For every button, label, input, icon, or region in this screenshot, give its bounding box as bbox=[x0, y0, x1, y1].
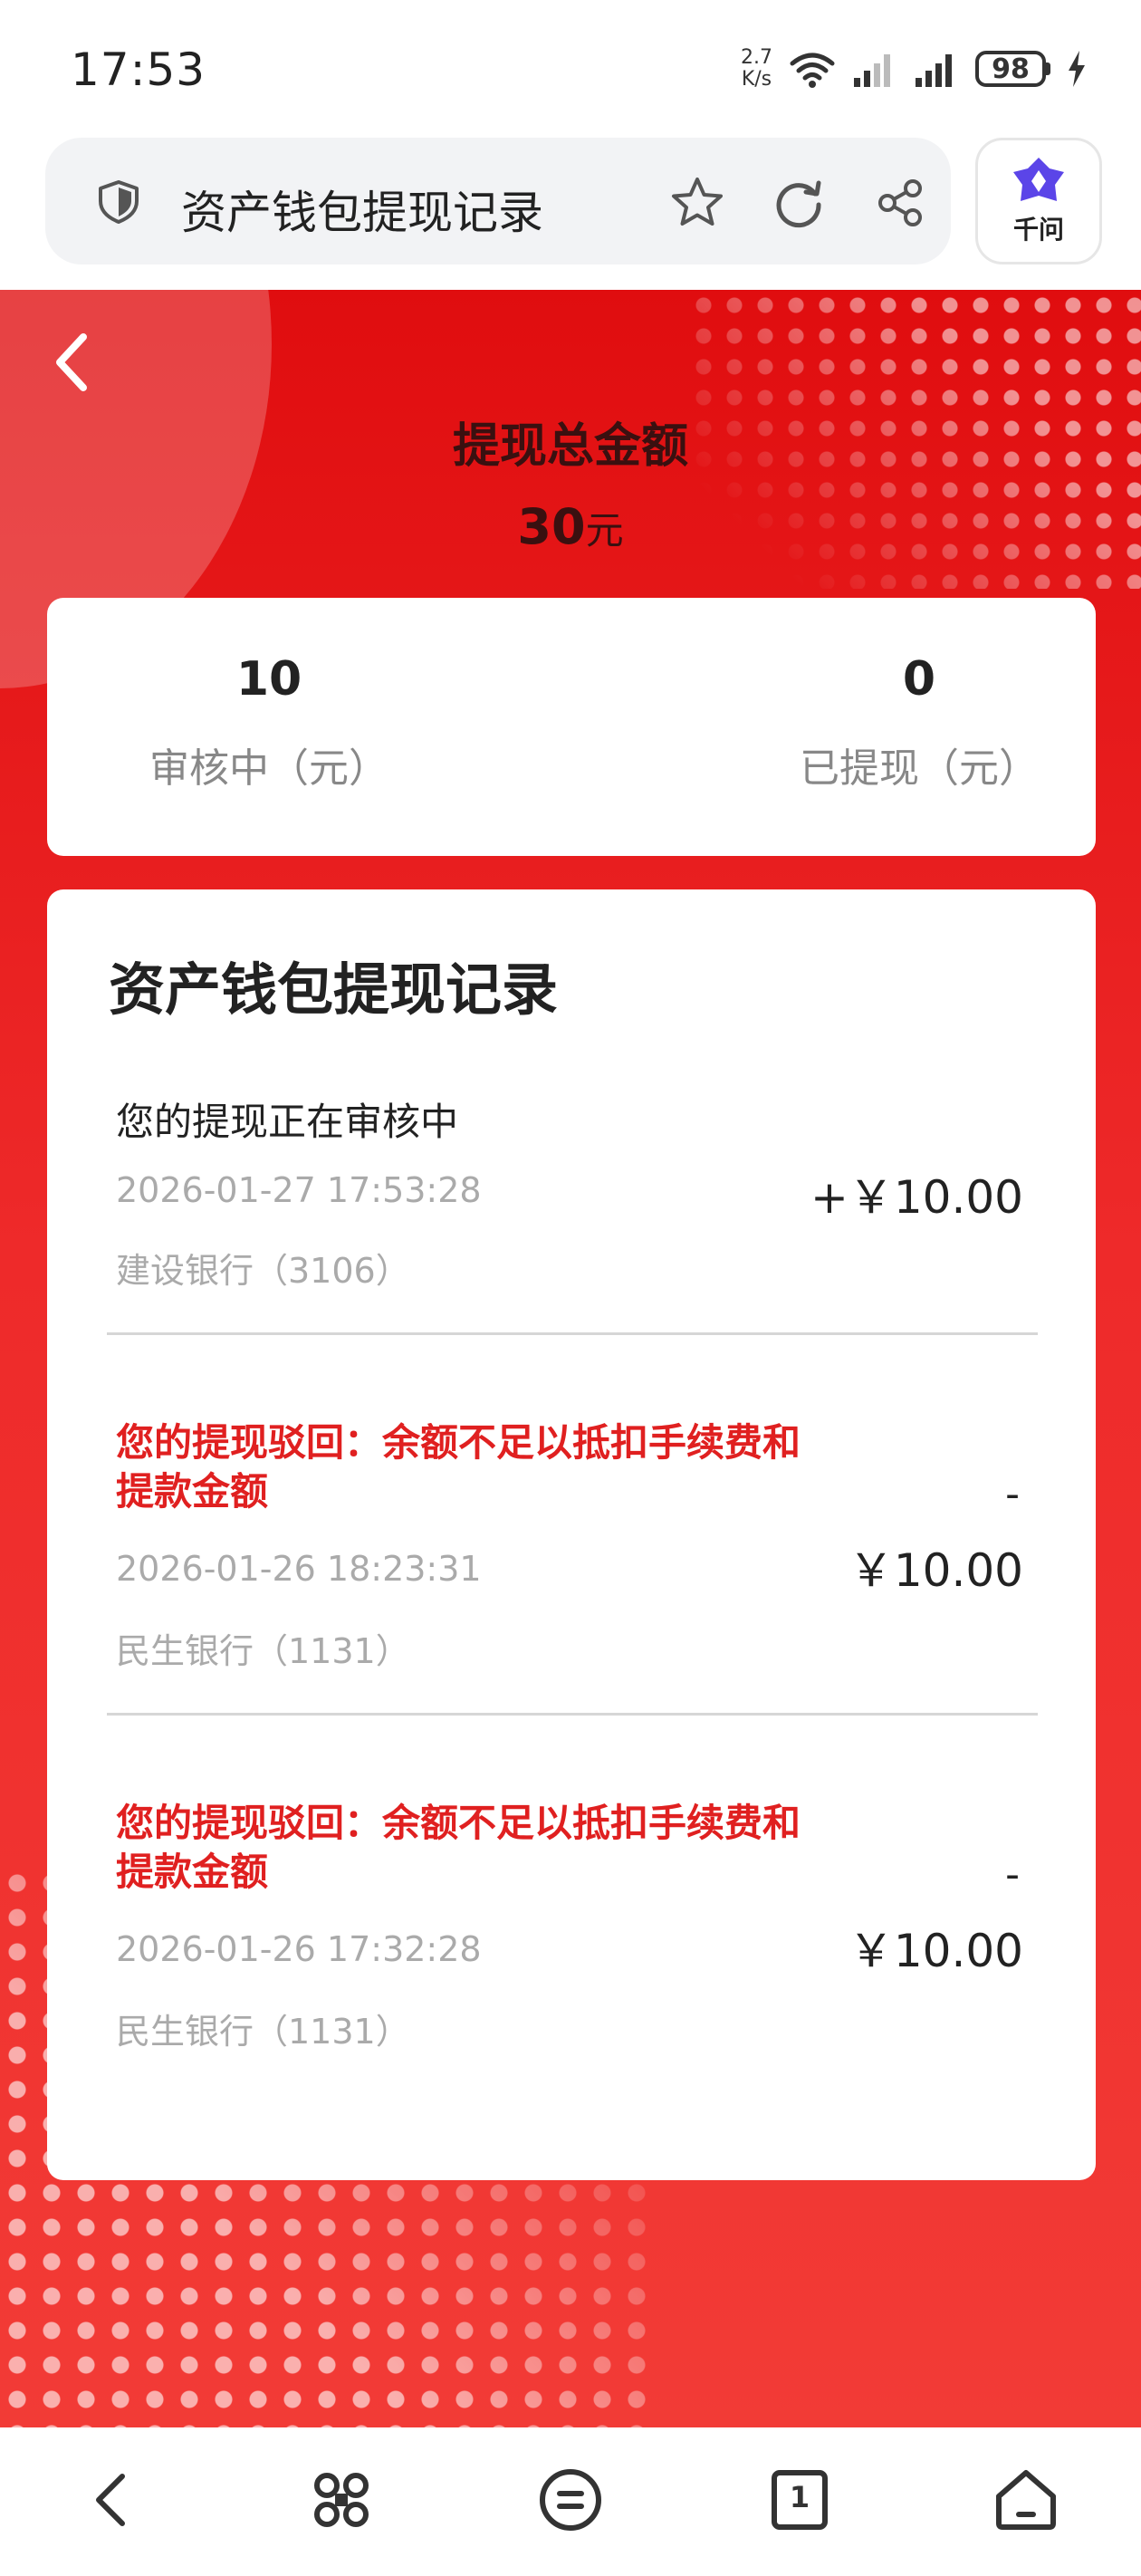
total-withdraw-unit: 元 bbox=[585, 508, 624, 553]
home-icon[interactable] bbox=[990, 2464, 1062, 2536]
address-bar[interactable]: 资产钱包提现记录 bbox=[45, 138, 951, 264]
record-amount: ￥10.00 bbox=[848, 1925, 1023, 1977]
records-title: 资产钱包提现记录 bbox=[109, 956, 559, 1023]
record-item[interactable]: 您的提现正在审核中 2026-01-27 17:53:28 建设银行（3106）… bbox=[107, 1071, 1038, 1335]
qianwen-label: 千问 bbox=[1012, 215, 1064, 245]
withdrawn-summary: 0 已提现（元） bbox=[783, 652, 1055, 793]
status-indicators: 2.7 K/s 98 bbox=[741, 42, 1087, 96]
battery-tip bbox=[1046, 62, 1050, 75]
record-item[interactable]: 您的提现驳回：余额不足以抵扣手续费和提款金额 2026-01-26 18:23:… bbox=[107, 1335, 1038, 1716]
tabs-button[interactable]: 1 bbox=[763, 2464, 836, 2536]
record-time: 2026-01-26 17:32:28 bbox=[116, 1929, 482, 1969]
record-amount: ￥10.00 bbox=[848, 1544, 1023, 1597]
withdraw-page: 提现总金额 30元 10 审核中（元） 0 已提现（元） 资产钱包提现记录 您的… bbox=[0, 290, 1141, 2427]
back-icon[interactable] bbox=[77, 2464, 149, 2536]
back-arrow-icon[interactable] bbox=[45, 326, 100, 399]
signal-icon-sim1 bbox=[854, 54, 890, 87]
record-status: 您的提现正在审核中 bbox=[116, 1100, 459, 1144]
summary-card: 10 审核中（元） 0 已提现（元） bbox=[47, 598, 1096, 856]
withdrawn-value: 0 bbox=[902, 652, 936, 706]
tab-count: 1 bbox=[789, 2480, 810, 2514]
withdrawn-label: 已提现（元） bbox=[800, 745, 1039, 792]
signal-icon-sim2 bbox=[916, 54, 952, 87]
record-amount-sign: - bbox=[1005, 1471, 1020, 1517]
record-amount-sign: - bbox=[1005, 1851, 1020, 1898]
charging-icon bbox=[1069, 51, 1085, 87]
battery-level: 98 bbox=[975, 51, 1046, 87]
reviewing-value: 10 bbox=[235, 652, 302, 706]
total-withdraw-amount: 30元 bbox=[0, 498, 1141, 555]
network-speed: 2.7 K/s bbox=[741, 47, 772, 91]
menu-icon[interactable] bbox=[534, 2464, 607, 2536]
browser-toolbar: 资产钱包提现记录 千问 bbox=[0, 136, 1141, 290]
apps-icon[interactable] bbox=[305, 2464, 378, 2536]
shield-icon[interactable] bbox=[95, 178, 142, 226]
record-status: 您的提现驳回：余额不足以抵扣手续费和提款金额 bbox=[116, 1420, 801, 1514]
browser-bottom-nav: 1 bbox=[0, 2427, 1141, 2576]
record-bank: 民生银行（1131） bbox=[116, 1631, 410, 1671]
wifi-icon bbox=[790, 53, 835, 88]
reviewing-summary: 10 审核中（元） bbox=[133, 652, 405, 793]
record-bank: 民生银行（1131） bbox=[116, 2012, 410, 2052]
total-withdraw-value: 30 bbox=[517, 498, 586, 555]
withdraw-records-card: 资产钱包提现记录 您的提现正在审核中 2026-01-27 17:53:28 建… bbox=[47, 889, 1096, 2180]
network-speed-value: 2.7 bbox=[741, 46, 772, 69]
record-time: 2026-01-27 17:53:28 bbox=[116, 1170, 482, 1210]
record-amount: +￥10.00 bbox=[810, 1171, 1023, 1224]
qianwen-assistant-button[interactable]: 千问 bbox=[975, 138, 1102, 264]
status-bar: 17:53 2.7 K/s 98 bbox=[0, 0, 1141, 136]
total-withdraw-title: 提现总金额 bbox=[452, 419, 688, 474]
star-icon[interactable] bbox=[668, 174, 726, 232]
network-speed-unit: K/s bbox=[741, 68, 772, 91]
record-status: 您的提现驳回：余额不足以抵扣手续费和提款金额 bbox=[116, 1801, 801, 1894]
record-time: 2026-01-26 18:23:31 bbox=[116, 1549, 482, 1589]
reviewing-label: 审核中（元） bbox=[149, 745, 388, 792]
record-bank: 建设银行（3106） bbox=[116, 1251, 410, 1291]
qianwen-logo-icon bbox=[1013, 158, 1064, 201]
refresh-icon[interactable] bbox=[770, 174, 828, 232]
battery-icon: 98 bbox=[975, 51, 1050, 87]
status-time: 17:53 bbox=[71, 43, 206, 96]
address-title[interactable]: 资产钱包提现记录 bbox=[181, 177, 543, 242]
record-item[interactable]: 您的提现驳回：余额不足以抵扣手续费和提款金额 2026-01-26 17:32:… bbox=[107, 1716, 1038, 2096]
share-icon[interactable] bbox=[871, 174, 929, 232]
